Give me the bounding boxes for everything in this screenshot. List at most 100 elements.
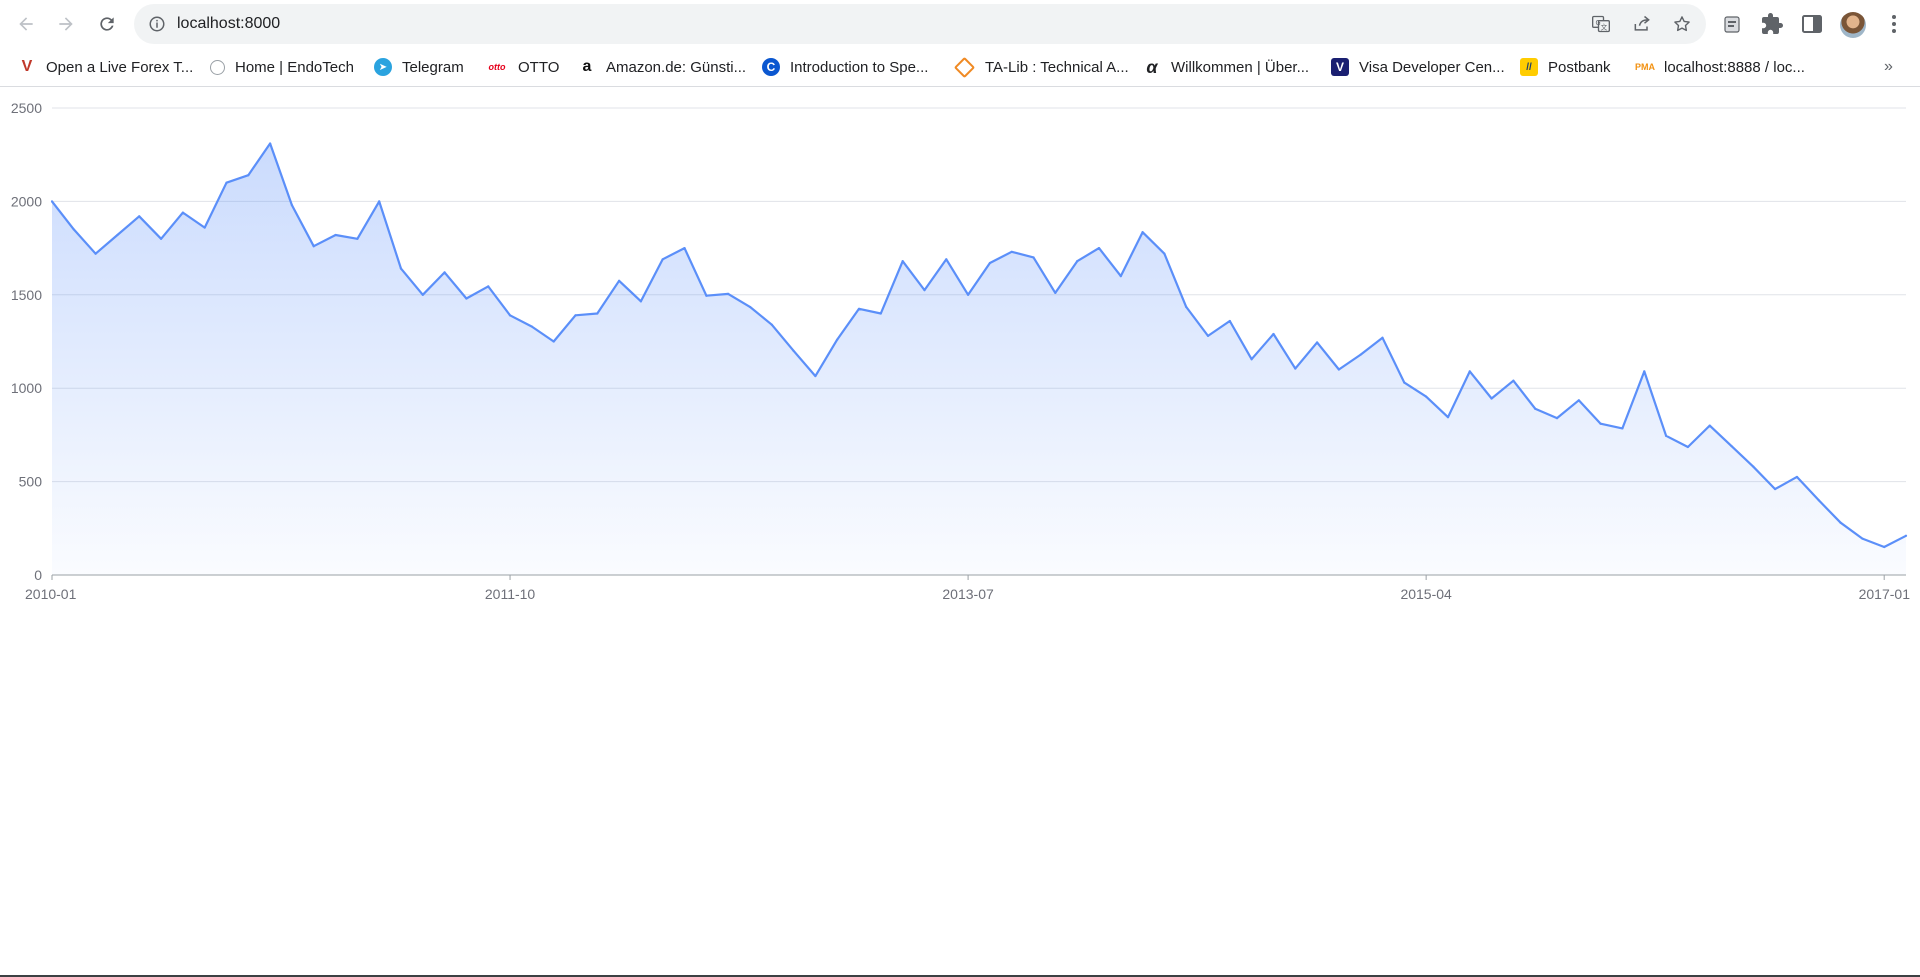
reload-button[interactable] xyxy=(93,10,121,38)
data-point xyxy=(1228,319,1231,323)
bookmark-item[interactable]: C Introduction to Spe... xyxy=(762,56,928,78)
side-panel-icon[interactable] xyxy=(1800,12,1824,36)
data-point xyxy=(1730,445,1733,448)
data-point xyxy=(1054,291,1057,295)
bookmarks-overflow-icon[interactable]: » xyxy=(1884,58,1893,76)
data-point xyxy=(247,174,250,177)
kebab-menu-icon[interactable] xyxy=(1882,12,1906,36)
phpmyadmin-icon: PMA xyxy=(1635,62,1655,72)
bookmark-label: TA-Lib : Technical A... xyxy=(985,58,1129,76)
translate-icon[interactable]: G 文 xyxy=(1591,14,1611,34)
data-point xyxy=(618,279,621,282)
data-point xyxy=(269,142,272,145)
data-point xyxy=(1032,256,1035,259)
bookmark-label: Visa Developer Cen... xyxy=(1359,58,1505,76)
bookmarks-bar: V Open a Live Forex T... Home | EndoTech… xyxy=(0,48,1920,87)
postbank-icon: // xyxy=(1520,58,1538,76)
data-point xyxy=(727,292,730,295)
x-tick-label: 2010-01 xyxy=(25,586,77,602)
bookmark-label: Open a Live Forex T... xyxy=(46,58,194,76)
bookmark-item[interactable]: // Postbank xyxy=(1520,56,1611,78)
data-point xyxy=(465,297,468,300)
data-point xyxy=(1119,275,1122,278)
data-point xyxy=(1446,416,1450,419)
data-point xyxy=(1599,422,1602,425)
data-point xyxy=(639,300,643,303)
bookmark-item[interactable]: V Visa Developer Cen... xyxy=(1331,56,1505,78)
x-tick-label: 2013-07 xyxy=(942,586,994,602)
amazon-icon: a xyxy=(582,58,592,75)
data-point xyxy=(683,247,686,250)
browser-toolbar: localhost:8000 G 文 xyxy=(0,0,1920,48)
bookmark-item[interactable]: Home | EndoTech xyxy=(210,56,354,78)
data-point xyxy=(1490,397,1493,400)
data-point xyxy=(181,211,184,214)
data-point xyxy=(356,237,359,240)
data-point xyxy=(1708,424,1711,427)
data-point xyxy=(857,307,861,310)
data-point xyxy=(596,312,599,315)
puzzle-icon[interactable] xyxy=(1760,12,1784,36)
bookmark-item[interactable]: ➤ Telegram xyxy=(374,56,464,78)
data-point xyxy=(1861,537,1864,540)
data-point xyxy=(50,200,54,203)
avatar[interactable] xyxy=(1840,12,1866,38)
data-point xyxy=(159,237,163,240)
data-point xyxy=(1555,416,1559,420)
data-point xyxy=(1468,370,1471,373)
data-point xyxy=(138,215,141,218)
data-point xyxy=(770,323,773,326)
data-point xyxy=(421,293,424,296)
data-point xyxy=(94,252,97,255)
bookmark-item[interactable]: V Open a Live Forex T... xyxy=(18,56,194,78)
data-point xyxy=(225,181,228,184)
bookmark-item[interactable]: otto OTTO xyxy=(486,56,560,78)
data-point xyxy=(552,340,555,343)
data-point xyxy=(399,267,403,270)
data-point xyxy=(901,260,904,263)
data-point xyxy=(814,374,817,378)
bookmark-item[interactable]: PMA localhost:8888 / loc... xyxy=(1635,56,1805,78)
data-point xyxy=(1534,407,1537,410)
y-tick-label: 500 xyxy=(19,474,43,490)
data-point xyxy=(1795,475,1799,479)
y-tick-label: 1000 xyxy=(11,380,42,396)
data-point xyxy=(487,285,490,288)
data-point xyxy=(72,228,75,231)
data-point xyxy=(661,258,664,261)
endotech-icon xyxy=(210,59,225,75)
data-point xyxy=(1774,487,1777,491)
y-tick-label: 1500 xyxy=(11,287,42,303)
url-text[interactable]: localhost:8000 xyxy=(177,15,280,33)
bookmark-label: localhost:8888 / loc... xyxy=(1664,58,1805,76)
data-point xyxy=(116,233,119,237)
reload-icon xyxy=(100,17,114,31)
bookmark-label: Willkommen | Über... xyxy=(1171,58,1310,76)
data-point xyxy=(705,294,708,297)
back-button[interactable] xyxy=(12,10,40,38)
x-tick-label: 2015-04 xyxy=(1400,586,1452,602)
data-point xyxy=(290,204,294,207)
info-icon[interactable] xyxy=(148,15,166,33)
otto-icon: otto xyxy=(488,62,506,72)
data-point xyxy=(1621,427,1624,430)
area-chart: 0 500 1000 1500 2000 2500 2010-01 2011-10 2013-… xyxy=(11,100,1910,602)
bookmark-item[interactable]: α Willkommen | Über... xyxy=(1143,56,1309,78)
data-point xyxy=(1359,353,1362,356)
bookmark-item[interactable]: a Amazon.de: Günsti... xyxy=(578,56,747,78)
address-bar[interactable]: localhost:8000 G 文 xyxy=(134,4,1706,44)
bookmark-label: OTTO xyxy=(518,58,560,76)
bookmark-item[interactable]: TA-Lib : Technical A... xyxy=(953,56,1129,78)
bookmark-label: Amazon.de: Günsti... xyxy=(606,58,747,76)
data-point xyxy=(879,312,882,315)
forward-button[interactable] xyxy=(52,10,80,38)
data-point xyxy=(1752,465,1755,468)
data-point xyxy=(1883,545,1886,549)
data-point xyxy=(1294,367,1297,370)
share-icon[interactable] xyxy=(1632,14,1652,34)
extension-icon[interactable] xyxy=(1720,12,1744,36)
x-axis: 2010-01 2011-10 2013-07 2015-04 2017-01 xyxy=(25,575,1910,602)
star-icon[interactable] xyxy=(1672,14,1692,34)
data-point xyxy=(792,349,795,352)
data-point xyxy=(378,200,381,203)
